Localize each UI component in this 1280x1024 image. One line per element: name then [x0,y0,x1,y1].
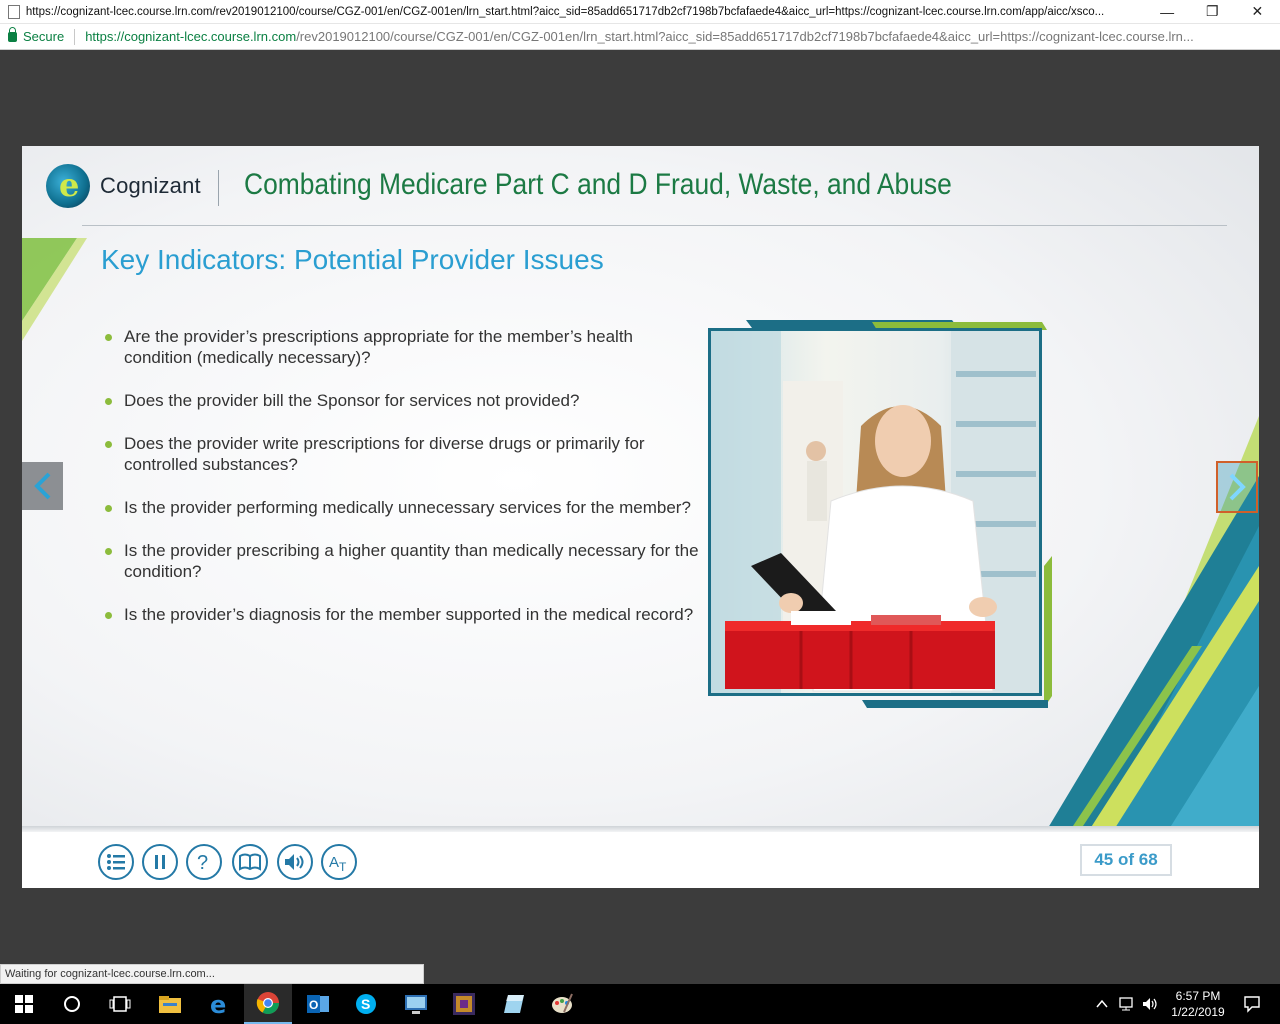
list-item: Are the provider’s prescriptions appropr… [102,326,702,368]
notification-icon [1244,996,1260,1013]
svg-text:e: e [210,992,226,1016]
taskbar-clock[interactable]: 6:57 PM 1/22/2019 [1160,988,1236,1020]
system-tray [1094,984,1160,1024]
lock-icon [8,26,17,42]
outlook-button[interactable]: O [294,984,342,1024]
pause-button[interactable] [142,844,178,880]
brand-name: Cognizant [100,173,201,198]
address-separator [74,28,76,45]
browser-title-bar: https://cognizant-lcec.course.lrn.com/re… [0,0,1280,24]
header-rule [82,225,1227,226]
window-title: https://cognizant-lcec.course.lrn.com/re… [25,5,1105,18]
windows-taskbar: e O S 6:57 PM 1/22/2019 [0,984,1280,1024]
game-app-button[interactable] [440,984,488,1024]
skype-button[interactable]: S [342,984,390,1024]
url-field[interactable]: https://cognizant-lcec.course.lrn.com/re… [85,29,1265,44]
search-taskbar-button[interactable] [48,984,96,1024]
page-icon [8,4,20,19]
previous-slide-button[interactable] [22,462,63,510]
pause-icon [155,855,165,869]
help-icon: ? [197,852,208,873]
app-button[interactable] [490,984,538,1024]
cognizant-logo: Cognizant [46,164,201,208]
skype-icon: S [356,994,376,1014]
paint-icon [552,993,573,1013]
text-size-button[interactable]: AT [321,844,357,880]
chrome-icon [256,992,279,1014]
secure-label[interactable]: Secure [23,29,64,44]
svg-text:S: S [361,996,370,1012]
list-item: Is the provider performing medically unn… [102,497,702,518]
file-explorer-button[interactable] [146,984,194,1024]
edge-button[interactable]: e [196,984,244,1024]
chevron-up-icon[interactable] [1094,996,1110,1012]
menu-list-icon [107,854,125,870]
pharmacist-photo [708,328,1042,696]
list-item: Is the provider’s diagnosis for the memb… [102,604,702,625]
game-icon [453,993,475,1015]
address-bar[interactable]: Secure https://cognizant-lcec.course.lrn… [0,24,1280,50]
svg-text:A: A [329,854,339,871]
cognizant-logo-icon [46,164,90,208]
slide-title: Key Indicators: Potential Provider Issue… [101,244,604,275]
pharmacist-illustration [711,331,1039,693]
task-view-button[interactable] [96,984,144,1024]
url-host: https://cognizant-lcec.course.lrn.com [85,29,297,44]
list-item: Does the provider bill the Sponsor for s… [102,390,702,411]
header-divider [218,170,219,206]
chevron-right-icon [1229,473,1246,501]
clock-time: 6:57 PM [1175,989,1221,1003]
page-counter: 45 of 68 [1080,844,1172,876]
list-item: Is the provider prescribing a higher qua… [102,540,702,582]
browser-status-bar: Waiting for cognizant-lcec.course.lrn.co… [0,964,424,984]
help-button[interactable]: ? [186,844,222,880]
svg-text:O: O [309,998,318,1012]
url-path: /rev2019012100/course/CGZ-001/en/CGZ-001… [296,29,1194,44]
slide-footer: ? AT 45 of 68 [22,832,1259,888]
cortana-circle-icon [64,996,80,1012]
audio-button[interactable] [277,844,313,880]
remote-desktop-icon [405,995,427,1014]
close-button[interactable]: ✕ [1235,0,1280,24]
file-explorer-icon [159,996,181,1013]
glossary-button[interactable] [232,844,268,880]
edge-icon: e [210,992,226,1016]
course-title: Combating Medicare Part C and D Fraud, W… [244,168,952,201]
chevron-left-icon [33,472,50,500]
action-center-button[interactable] [1228,984,1276,1024]
start-button[interactable] [0,984,48,1024]
network-icon[interactable] [1118,996,1136,1012]
audio-volume-icon [285,854,304,870]
remote-desktop-button[interactable] [392,984,440,1024]
svg-text:?: ? [197,852,208,873]
text-size-icon: AT [329,854,347,872]
chrome-button[interactable] [244,984,292,1024]
course-slide: Cognizant Combating Medicare Part C and … [22,146,1259,888]
bullet-list: Are the provider’s prescriptions appropr… [102,326,702,647]
windows-start-icon [15,995,33,1013]
menu-button[interactable] [98,844,134,880]
restore-button[interactable]: ❐ [1190,0,1235,24]
app-icon [504,995,524,1013]
paint-button[interactable] [538,984,586,1024]
outlook-icon: O [307,995,329,1013]
volume-icon[interactable] [1142,996,1160,1012]
glossary-book-icon [239,853,261,871]
clock-date: 1/22/2019 [1171,1005,1225,1019]
list-item: Does the provider write prescriptions fo… [102,433,702,475]
task-view-icon [109,996,131,1012]
svg-text:T: T [339,860,347,872]
next-slide-button[interactable] [1216,461,1258,513]
minimize-button[interactable]: — [1145,0,1190,24]
